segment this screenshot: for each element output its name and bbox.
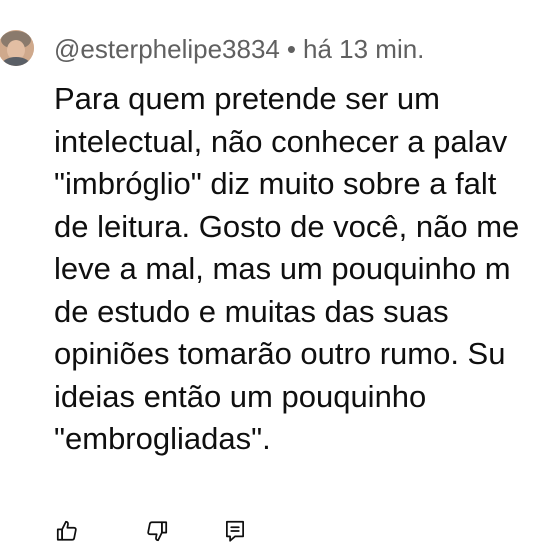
dislike-button[interactable] [144,518,170,544]
comment: @esterphelipe3834 • há 13 min. Para quem p… [0,0,560,560]
comment-line: de estudo e muitas das suas [54,293,449,329]
author-handle[interactable]: @esterphelipe3834 [54,34,280,64]
thumbs-down-icon [147,521,168,542]
comment-line: intelectual, não conhecer a palav [54,123,508,159]
comment-line: ideias então um pouquinho [54,378,427,414]
comment-text: Para quem pretende ser um intelectual, nã… [54,78,560,461]
comment-line: "imbróglio" diz muito sobre a falt [54,166,497,201]
comment-timestamp[interactable]: há 13 min. [303,34,424,64]
like-button[interactable] [54,518,80,544]
reply-button[interactable] [222,518,248,544]
thumbs-up-icon [56,520,77,541]
comment-line: Para quem pretende ser um [54,81,440,116]
separator-dot: • [286,34,296,64]
avatar[interactable] [0,30,34,66]
comment-line: opiniões tomarão outro rumo. Su [54,336,506,371]
comment-line: de leitura. Gosto de você, não me [54,208,520,244]
comment-header: @esterphelipe3834 • há 13 min. [54,33,424,65]
comment-line: "embrogliadas". [54,421,271,456]
comment-line: leve a mal, mas um pouquinho m [54,251,511,286]
reply-comment-icon [226,520,244,542]
